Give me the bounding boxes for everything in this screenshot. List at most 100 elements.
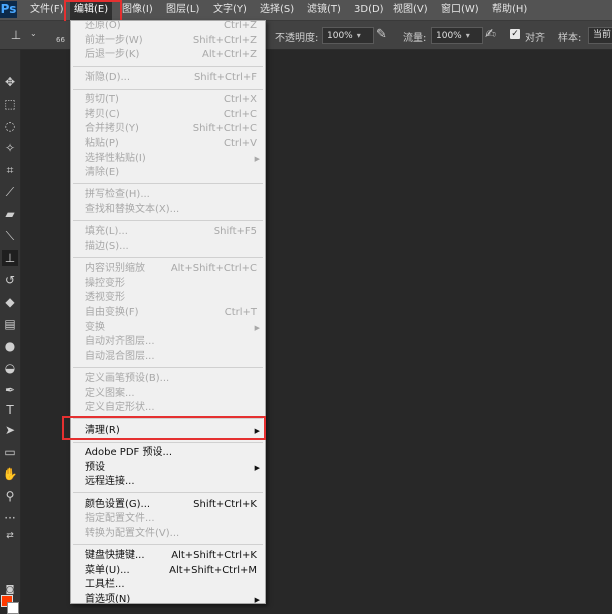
- submenu-arrow-icon: ▶: [254, 596, 260, 604]
- pressure-opacity-icon[interactable]: ✎: [376, 27, 387, 42]
- menu-item-preferences[interactable]: 首选项(N) ▶: [71, 593, 265, 604]
- more-tools-icon[interactable]: ···: [2, 510, 18, 526]
- menu-item-perspective-warp[interactable]: 透视变形: [71, 291, 265, 305]
- menu-separator: [73, 492, 263, 493]
- hand-icon[interactable]: ✋: [2, 466, 18, 482]
- menu-item-copy-merged[interactable]: 合并拷贝(Y) Shift+Ctrl+C: [71, 122, 265, 136]
- blur-icon[interactable]: ●: [2, 338, 18, 354]
- menu-item-define-pattern[interactable]: 定义图案...: [71, 387, 265, 401]
- menu-filter[interactable]: 滤镜(T): [307, 0, 341, 20]
- menu-separator: [73, 442, 263, 443]
- menu-item-step-backward[interactable]: 后退一步(K) Alt+Ctrl+Z: [71, 48, 265, 62]
- move-icon[interactable]: ✥: [2, 74, 18, 90]
- photoshop-logo: Ps: [0, 1, 17, 18]
- flow-field[interactable]: 100% ▾: [431, 27, 483, 44]
- menu-item-define-brush[interactable]: 定义画笔预设(B)...: [71, 372, 265, 386]
- menu-item-adobe-pdf-presets[interactable]: Adobe PDF 预设...: [71, 446, 265, 460]
- menu-item-copy[interactable]: 拷贝(C) Ctrl+C: [71, 108, 265, 122]
- background-color-swatch[interactable]: [7, 602, 19, 614]
- edit-dropdown-menu: 还原(O) Ctrl+Z 前进一步(W) Shift+Ctrl+Z 后退一步(K) A…: [70, 20, 266, 604]
- menu-item-content-aware-scale[interactable]: 内容识别缩放 Alt+Shift+Ctrl+C: [71, 262, 265, 276]
- menu-item-define-custom-shape[interactable]: 定义自定形状...: [71, 401, 265, 415]
- menu-item-step-forward[interactable]: 前进一步(W) Shift+Ctrl+Z: [71, 34, 265, 48]
- swap-colors-icon[interactable]: ⇄: [2, 528, 18, 544]
- marquee-icon[interactable]: ⬚: [2, 96, 18, 112]
- pen-icon[interactable]: ✒: [2, 382, 18, 398]
- menu-item-find-replace[interactable]: 查找和替换文本(X)...: [71, 203, 265, 217]
- sample-value[interactable]: 当前: [593, 30, 611, 40]
- menu-item-fill[interactable]: 填充(L)... Shift+F5: [71, 225, 265, 239]
- align-checkbox[interactable]: ✓: [510, 29, 520, 39]
- gradient-icon[interactable]: ▤: [2, 316, 18, 332]
- menu-item-cut[interactable]: 剪切(T) Ctrl+X: [71, 93, 265, 107]
- quick-select-icon[interactable]: ✧: [2, 140, 18, 156]
- menu-separator: [73, 66, 263, 67]
- menu-item-convert-to-profile[interactable]: 转换为配置文件(V)...: [71, 527, 265, 541]
- brush-icon[interactable]: ⟍: [2, 228, 18, 244]
- menu-type[interactable]: 文字(Y): [213, 0, 247, 20]
- menu-item-presets[interactable]: 预设 ▶: [71, 461, 265, 475]
- menu-separator: [73, 367, 263, 368]
- clone-stamp-icon[interactable]: ⊥: [2, 250, 18, 266]
- opacity-field[interactable]: 100% ▾: [322, 27, 374, 44]
- eraser-icon[interactable]: ◆: [2, 294, 18, 310]
- menu-item-color-settings[interactable]: 颜色设置(G)... Shift+Ctrl+K: [71, 498, 265, 512]
- lasso-icon[interactable]: ◌: [2, 118, 18, 134]
- opacity-value[interactable]: 100%: [327, 31, 353, 41]
- eyedropper-icon[interactable]: ⟋: [2, 184, 18, 200]
- menu-separator: [73, 220, 263, 221]
- menu-item-transform[interactable]: 变换 ▶: [71, 321, 265, 335]
- submenu-arrow-icon: ▶: [254, 155, 260, 163]
- menu-item-menus[interactable]: 菜单(U)... Alt+Shift+Ctrl+M: [71, 564, 265, 578]
- tool-preset-arrow-icon[interactable]: ⌄: [30, 29, 37, 38]
- dodge-icon[interactable]: ◒: [2, 360, 18, 376]
- path-select-icon[interactable]: ➤: [2, 422, 18, 438]
- chevron-down-icon[interactable]: ▾: [466, 31, 470, 40]
- menu-item-stroke[interactable]: 描边(S)...: [71, 240, 265, 254]
- quick-mask-icon[interactable]: ◙: [2, 582, 18, 598]
- menu-item-keyboard-shortcuts[interactable]: 键盘快捷键... Alt+Shift+Ctrl+K: [71, 549, 265, 563]
- menu-item-fade[interactable]: 渐隐(D)... Shift+Ctrl+F: [71, 71, 265, 85]
- menu-separator: [73, 257, 263, 258]
- clone-stamp-icon[interactable]: ⊥: [8, 27, 24, 43]
- purge-highlight-box: [62, 416, 266, 440]
- menu-3d[interactable]: 3D(D): [354, 0, 384, 20]
- submenu-arrow-icon: ▶: [254, 464, 260, 472]
- healing-brush-icon[interactable]: ▰: [2, 206, 18, 222]
- menu-item-auto-blend-layers[interactable]: 自动混合图层...: [71, 350, 265, 364]
- opacity-label: 不透明度:: [275, 33, 319, 44]
- menu-item-toolbar[interactable]: 工具栏...: [71, 578, 265, 592]
- crop-icon[interactable]: ⌗: [2, 162, 18, 178]
- menu-separator: [73, 89, 263, 90]
- menu-item-undo[interactable]: 还原(O) Ctrl+Z: [71, 21, 265, 33]
- zoom-icon[interactable]: ⚲: [2, 488, 18, 504]
- menu-item-free-transform[interactable]: 自由变换(F) Ctrl+T: [71, 306, 265, 320]
- menu-item-puppet-warp[interactable]: 操控变形: [71, 277, 265, 291]
- menu-item-assign-profile[interactable]: 指定配置文件...: [71, 512, 265, 526]
- brush-size-value[interactable]: 66: [56, 36, 65, 44]
- menu-separator: [73, 183, 263, 184]
- menu-select[interactable]: 选择(S): [260, 0, 294, 20]
- align-label: 对齐: [525, 33, 545, 44]
- chevron-down-icon[interactable]: ▾: [357, 31, 361, 40]
- flow-value[interactable]: 100%: [436, 31, 462, 41]
- shape-icon[interactable]: ▭: [2, 444, 18, 460]
- menu-file[interactable]: 文件(F): [30, 0, 64, 20]
- menu-item-check-spelling[interactable]: 拼写检查(H)...: [71, 188, 265, 202]
- menu-layer[interactable]: 图层(L): [166, 0, 199, 20]
- menu-view[interactable]: 视图(V): [393, 0, 428, 20]
- menu-help[interactable]: 帮助(H): [492, 0, 527, 20]
- menu-window[interactable]: 窗口(W): [441, 0, 479, 20]
- type-icon[interactable]: T: [2, 402, 18, 418]
- menu-item-remote-connections[interactable]: 远程连接...: [71, 475, 265, 489]
- sample-field[interactable]: 当前: [588, 27, 612, 44]
- menu-item-clear[interactable]: 清除(E): [71, 166, 265, 180]
- airbrush-icon[interactable]: ✍: [485, 27, 496, 42]
- menu-item-paste[interactable]: 粘贴(P) Ctrl+V: [71, 137, 265, 151]
- flow-label: 流量:: [403, 33, 427, 44]
- menu-item-auto-align-layers[interactable]: 自动对齐图层...: [71, 335, 265, 349]
- menu-image[interactable]: 图像(I): [122, 0, 153, 20]
- history-brush-icon[interactable]: ↺: [2, 272, 18, 288]
- sample-label: 样本:: [558, 33, 582, 44]
- menu-item-paste-special[interactable]: 选择性粘贴(I) ▶: [71, 152, 265, 166]
